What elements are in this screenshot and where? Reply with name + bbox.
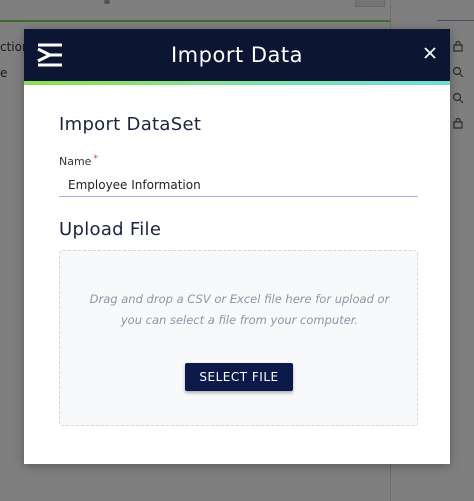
dialog-title: Import Data	[170, 43, 303, 67]
name-input[interactable]	[59, 174, 418, 197]
dropzone-instructions: Drag and drop a CSV or Excel file here f…	[89, 292, 390, 327]
name-label-text: Name	[59, 155, 92, 168]
name-field-label: Name *	[59, 154, 98, 168]
section-title-import-dataset: Import DataSet	[59, 114, 202, 135]
file-dropzone[interactable]: Drag and drop a CSV or Excel file here f…	[59, 250, 418, 426]
dialog-header: Import Data	[24, 29, 450, 81]
import-data-dialog: Import Data Import DataSet Name* Upload …	[24, 29, 450, 464]
section-title-upload-file: Upload File	[59, 219, 162, 240]
required-mark: *	[93, 154, 98, 164]
select-file-button[interactable]: SELECT FILE	[185, 363, 293, 391]
close-icon[interactable]	[420, 43, 440, 63]
header-accent-bar	[24, 81, 450, 85]
